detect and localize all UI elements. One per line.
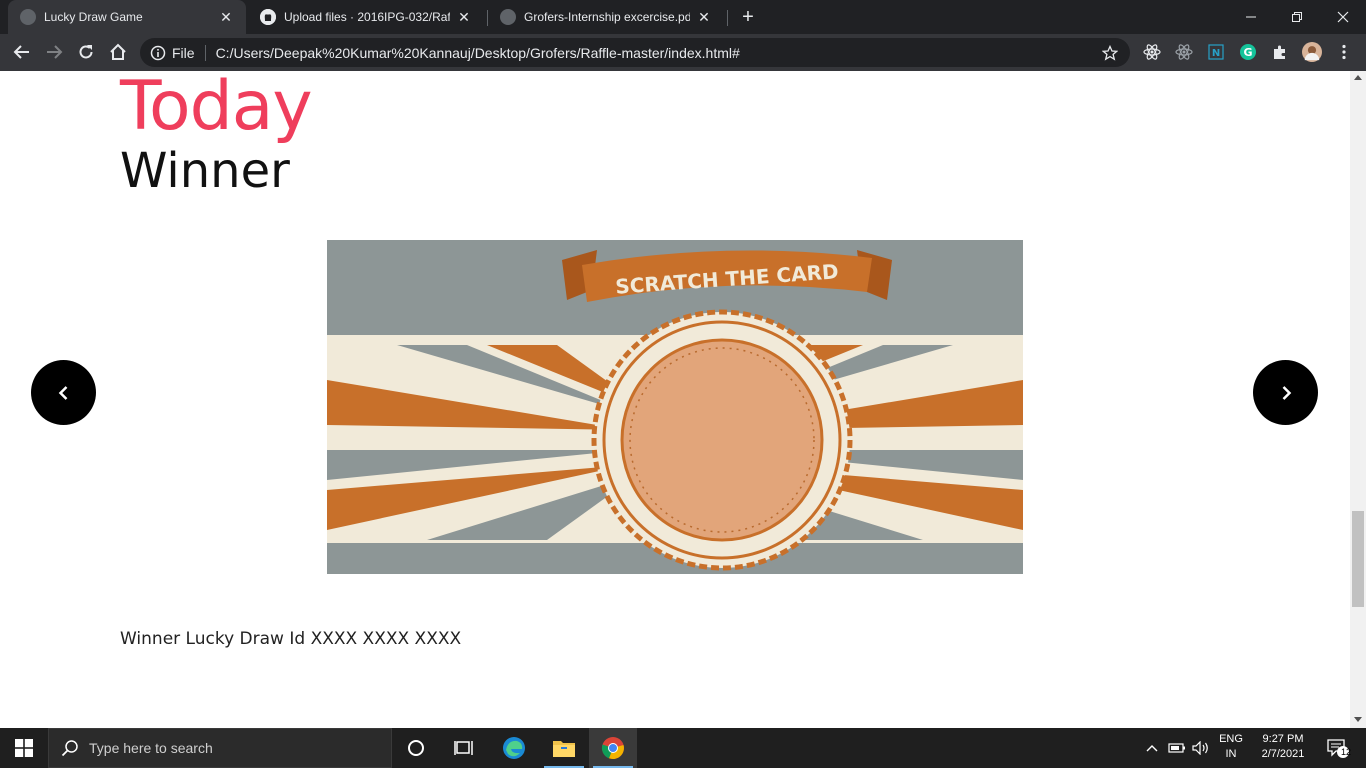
- hidden-icons-chevron[interactable]: [1142, 728, 1162, 768]
- home-button[interactable]: [104, 38, 132, 66]
- prev-button[interactable]: [31, 360, 96, 425]
- edge-app[interactable]: [490, 728, 538, 768]
- file-explorer-app[interactable]: [540, 728, 588, 768]
- info-icon[interactable]: [150, 45, 166, 61]
- reload-button[interactable]: [72, 38, 100, 66]
- page-content: Today Winner SCRATCH THE CARD Winner Luc…: [0, 71, 1350, 728]
- reload-icon: [79, 45, 93, 59]
- browser-title-bar: Lucky Draw Game ✕ Upload files · 2016IPG…: [0, 0, 1366, 34]
- svg-text:G: G: [1243, 46, 1252, 59]
- windows-logo-icon: [15, 739, 33, 757]
- bookmark-star-icon[interactable]: [1100, 43, 1120, 63]
- chevron-up-icon: [1146, 745, 1158, 752]
- arrow-left-icon: [13, 45, 29, 59]
- language-indicator[interactable]: ENG IN: [1214, 732, 1248, 762]
- menu-kebab-icon[interactable]: [1334, 42, 1354, 62]
- chrome-app[interactable]: [589, 728, 637, 768]
- url-text[interactable]: C:/Users/Deepak%20Kumar%20Kannauj/Deskto…: [216, 45, 1100, 61]
- edge-icon: [503, 737, 525, 759]
- search-placeholder: Type here to search: [89, 740, 213, 756]
- speaker-icon: [1192, 741, 1208, 755]
- tab-divider: [727, 10, 728, 26]
- heading-winner: Winner: [120, 143, 290, 199]
- close-icon[interactable]: ✕: [218, 9, 234, 25]
- chrome-icon: [601, 737, 624, 760]
- language-region: IN: [1225, 748, 1237, 760]
- scroll-up-arrow[interactable]: [1354, 75, 1362, 80]
- language-code: ENG: [1219, 733, 1243, 745]
- tab-title: Lucky Draw Game: [44, 10, 143, 24]
- system-clock[interactable]: 9:27 PM 2/7/2021: [1252, 732, 1314, 762]
- windows-taskbar: Type here to search ENG IN 9:27 PM 2/7/2…: [0, 728, 1366, 768]
- new-tab-button[interactable]: +: [736, 5, 760, 29]
- tab-grofers-pdf[interactable]: Grofers-Internship excercise.pdf ✕: [488, 0, 724, 34]
- tab-upload-files[interactable]: Upload files · 2016IPG-032/Raffle ✕: [248, 0, 484, 34]
- tab-lucky-draw-game[interactable]: Lucky Draw Game ✕: [8, 0, 246, 34]
- restore-icon: [1292, 12, 1302, 22]
- tab-title: Grofers-Internship excercise.pdf: [524, 10, 690, 24]
- task-view-icon: [454, 741, 473, 755]
- close-icon: [1337, 11, 1349, 23]
- globe-icon: [500, 9, 516, 25]
- notion-icon[interactable]: N: [1206, 42, 1226, 62]
- close-icon[interactable]: ✕: [696, 9, 712, 25]
- action-center-button[interactable]: 12: [1318, 728, 1358, 768]
- arrow-right-icon: [47, 45, 63, 59]
- task-view-button[interactable]: [440, 728, 488, 768]
- battery-icon: [1168, 743, 1185, 753]
- medal-seal: [591, 309, 853, 571]
- globe-icon: [20, 9, 36, 25]
- close-icon[interactable]: ✕: [456, 9, 472, 25]
- tab-title: Upload files · 2016IPG-032/Raffle: [284, 10, 450, 24]
- chevron-left-icon: [58, 385, 67, 400]
- clock-date: 2/7/2021: [1261, 748, 1305, 760]
- puzzle-icon[interactable]: [1270, 42, 1290, 62]
- search-icon: [61, 740, 78, 757]
- address-bar[interactable]: File C:/Users/Deepak%20Kumar%20Kannauj/D…: [140, 38, 1130, 67]
- folder-icon: [553, 741, 575, 757]
- github-icon: [260, 9, 276, 25]
- restore-button[interactable]: [1274, 0, 1320, 34]
- volume-indicator[interactable]: [1190, 728, 1212, 768]
- scheme-label: File: [172, 44, 195, 61]
- start-button[interactable]: [0, 728, 48, 768]
- minimize-icon: [1246, 16, 1256, 18]
- winner-id-text: Winner Lucky Draw Id XXXX XXXX XXXX: [120, 629, 462, 649]
- battery-indicator[interactable]: [1166, 728, 1188, 768]
- react-icon[interactable]: [1174, 42, 1194, 62]
- cortana-circle-icon: [408, 740, 424, 756]
- page-scrollbar[interactable]: [1350, 71, 1366, 728]
- react-devtools-icon[interactable]: [1142, 42, 1162, 62]
- minimize-button[interactable]: [1228, 0, 1274, 34]
- heading-today: Today: [120, 71, 313, 146]
- svg-text:N: N: [1212, 48, 1220, 59]
- cortana-button[interactable]: [392, 728, 440, 768]
- home-icon: [110, 43, 126, 60]
- grammarly-icon[interactable]: G: [1238, 42, 1258, 62]
- close-window-button[interactable]: [1320, 0, 1366, 34]
- back-button[interactable]: [8, 38, 36, 66]
- chevron-right-icon: [1282, 385, 1291, 400]
- profile-avatar[interactable]: [1302, 42, 1322, 62]
- scrollbar-thumb[interactable]: [1352, 511, 1364, 607]
- forward-button[interactable]: [40, 38, 68, 66]
- next-button[interactable]: [1253, 360, 1318, 425]
- clock-time: 9:27 PM: [1262, 733, 1304, 745]
- notification-count: 12: [1340, 747, 1351, 757]
- scratch-card[interactable]: SCRATCH THE CARD: [327, 240, 1023, 574]
- browser-toolbar: File C:/Users/Deepak%20Kumar%20Kannauj/D…: [0, 34, 1366, 71]
- taskbar-search[interactable]: Type here to search: [48, 728, 392, 768]
- scroll-down-arrow[interactable]: [1354, 717, 1362, 722]
- address-divider: [204, 44, 206, 61]
